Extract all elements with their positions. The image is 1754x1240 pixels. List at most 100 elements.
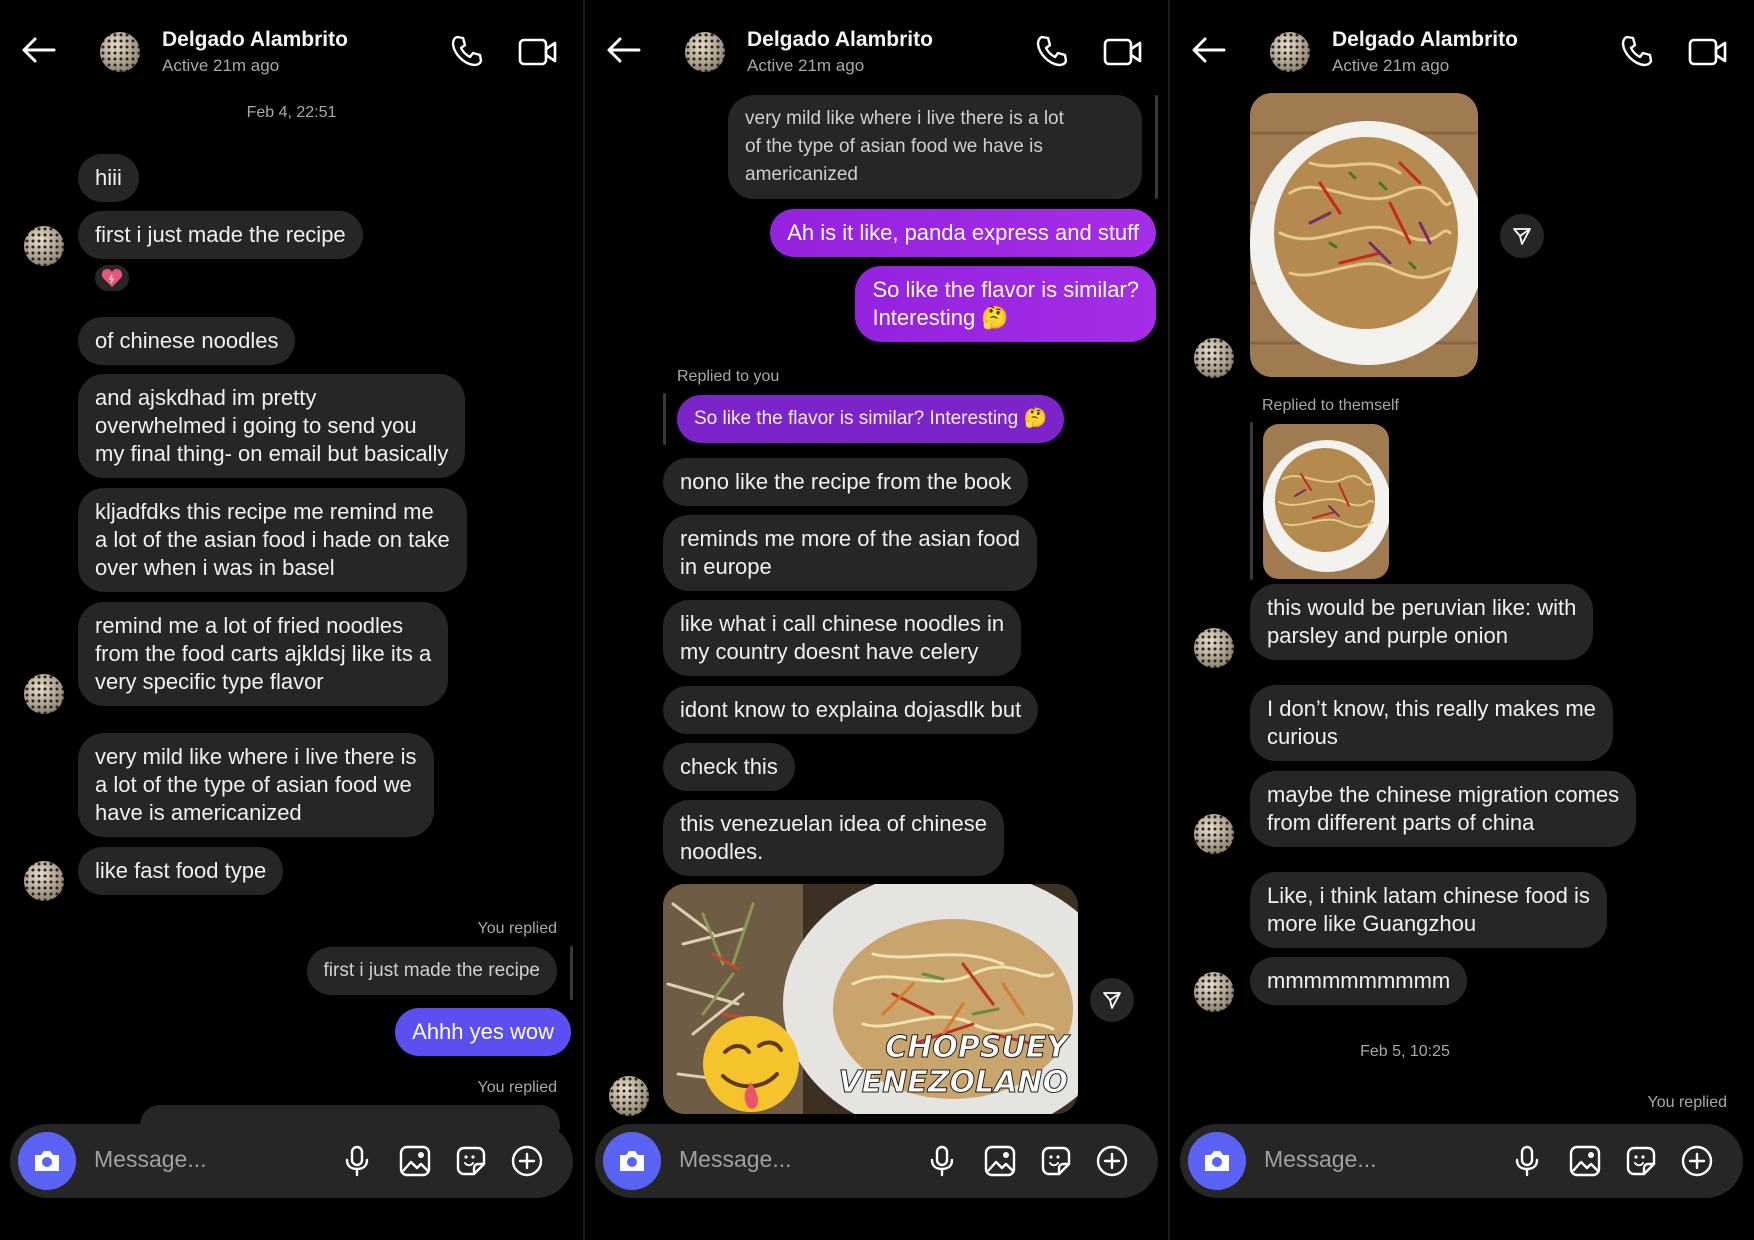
avatar[interactable] <box>1194 338 1234 378</box>
camera-button[interactable] <box>1188 1132 1246 1190</box>
message-composer: Message... <box>10 1124 573 1198</box>
chat-header: Delgado Alambrito Active 21m ago <box>585 0 1168 100</box>
plus-icon[interactable] <box>1680 1144 1714 1178</box>
gallery-icon[interactable] <box>983 1144 1017 1178</box>
you-replied-label: You replied <box>1647 1094 1727 1111</box>
message-bubble[interactable]: this venezuelan idea of chinese noodles. <box>663 800 1004 876</box>
message-bubble[interactable]: maybe the chinese migration comes from d… <box>1250 771 1637 847</box>
camera-button[interactable] <box>603 1132 661 1190</box>
chat-header: Delgado Alambrito Active 21m ago <box>1170 0 1753 100</box>
microphone-icon[interactable] <box>1510 1144 1544 1178</box>
video-icon[interactable] <box>518 36 558 68</box>
message-input[interactable]: Message... <box>94 1146 207 1173</box>
message-bubble[interactable]: remind me a lot of fried noodles from th… <box>78 602 449 706</box>
avatar[interactable] <box>1194 628 1234 668</box>
you-replied-label: You replied <box>477 920 557 937</box>
contact-status: Active 21m ago <box>162 56 280 75</box>
avatar[interactable] <box>24 861 64 901</box>
noodle-photo[interactable] <box>1250 93 1478 377</box>
chat-header: Delgado Alambrito Active 21m ago <box>0 0 583 100</box>
phone-icon[interactable] <box>450 34 484 68</box>
share-icon <box>1513 228 1531 245</box>
back-arrow-icon[interactable] <box>605 36 641 64</box>
message-bubble[interactable]: hiii <box>78 154 139 202</box>
chat-panel-2: Delgado Alambrito Active 21m ago very mi… <box>585 0 1168 1240</box>
contact-name[interactable]: Delgado Alambrito <box>747 28 933 52</box>
message-bubble[interactable]: like fast food type <box>78 847 284 895</box>
avatar[interactable] <box>24 226 64 266</box>
plus-icon[interactable] <box>1095 1144 1129 1178</box>
camera-button[interactable] <box>18 1132 76 1190</box>
timestamp: Feb 5, 10:25 <box>1360 1043 1450 1060</box>
avatar[interactable] <box>1194 814 1234 854</box>
share-button[interactable] <box>1500 214 1544 258</box>
reaction-heart-icon[interactable] <box>92 262 132 294</box>
outgoing-message[interactable]: Ah is it like, panda express and stuff <box>770 209 1156 257</box>
message-composer: Message... <box>1180 1124 1743 1198</box>
outgoing-message[interactable]: Ahhh yes wow <box>395 1008 571 1056</box>
share-icon <box>1103 992 1121 1009</box>
avatar[interactable] <box>685 32 725 72</box>
message-bubble[interactable]: of chinese noodles <box>78 317 296 365</box>
message-bubble[interactable]: check this <box>663 743 795 791</box>
sticker-icon[interactable] <box>454 1144 488 1178</box>
gallery-icon[interactable] <box>1568 1144 1602 1178</box>
message-bubble[interactable]: this would be peruvian like: with parsle… <box>1250 584 1594 660</box>
camera-icon <box>620 1151 644 1171</box>
message-bubble[interactable]: and ajskdhad im pretty overwhelmed i goi… <box>78 374 466 478</box>
avatar[interactable] <box>100 32 140 72</box>
contact-name[interactable]: Delgado Alambrito <box>1332 28 1518 52</box>
quoted-message[interactable]: first i just made the recipe <box>306 947 557 995</box>
avatar[interactable] <box>1194 972 1234 1012</box>
phone-icon[interactable] <box>1620 34 1654 68</box>
sticker-icon[interactable] <box>1039 1144 1073 1178</box>
back-arrow-icon[interactable] <box>1190 36 1226 64</box>
image-caption: CHOPSUEY <box>885 1030 1071 1065</box>
contact-status: Active 21m ago <box>1332 56 1450 75</box>
message-bubble[interactable]: first i just made the recipe <box>78 211 363 259</box>
share-button[interactable] <box>1090 978 1134 1022</box>
contact-name[interactable]: Delgado Alambrito <box>162 28 348 52</box>
phone-icon[interactable] <box>1035 34 1069 68</box>
quote-bar <box>1155 95 1158 199</box>
video-icon[interactable] <box>1688 36 1728 68</box>
image-caption: VENEZOLANO <box>838 1065 1068 1100</box>
quote-bar <box>663 393 666 445</box>
message-bubble[interactable]: Like, i think latam chinese food is more… <box>1250 872 1607 948</box>
outgoing-message[interactable]: So like the flavor is similar? Interesti… <box>855 266 1156 342</box>
sticker-icon[interactable] <box>1624 1144 1658 1178</box>
message-bubble[interactable]: I don’t know, this really makes me curio… <box>1250 685 1613 761</box>
message-bubble[interactable]: very mild like where i live there is a l… <box>78 733 434 837</box>
avatar[interactable] <box>24 674 64 714</box>
chopsuey-photo[interactable]: CHOPSUEY VENEZOLANO <box>663 884 1078 1114</box>
video-icon[interactable] <box>1103 36 1143 68</box>
chat-panel-1: Delgado Alambrito Active 21m ago Feb 4, … <box>0 0 583 1240</box>
timestamp: Feb 4, 22:51 <box>246 104 337 121</box>
quoted-noodle-image <box>1263 424 1389 579</box>
back-arrow-icon[interactable] <box>20 36 56 64</box>
avatar[interactable] <box>609 1076 649 1116</box>
message-composer: Message... <box>595 1124 1158 1198</box>
camera-icon <box>1205 1151 1229 1171</box>
noodle-image <box>1250 93 1478 377</box>
message-bubble[interactable]: mmmmmmmmmm <box>1250 957 1468 1005</box>
message-bubble[interactable]: like what i call chinese noodles in my c… <box>663 600 1022 676</box>
replied-to-you-label: Replied to you <box>677 368 780 385</box>
message-input[interactable]: Message... <box>679 1146 792 1173</box>
quoted-message[interactable]: very mild like where i live there is a l… <box>728 95 1142 199</box>
message-bubble[interactable]: kljadfdks this recipe me remind me a lot… <box>78 488 467 592</box>
plus-icon[interactable] <box>510 1144 544 1178</box>
gallery-icon[interactable] <box>398 1144 432 1178</box>
quote-bar <box>570 946 573 1000</box>
quoted-message[interactable]: So like the flavor is similar? Interesti… <box>677 395 1065 443</box>
avatar[interactable] <box>1270 32 1310 72</box>
message-bubble[interactable]: idont know to explaina dojasdlk but <box>663 686 1039 734</box>
chat-panel-3: Delgado Alambrito Active 21m ago Replied… <box>1170 0 1753 1240</box>
microphone-icon[interactable] <box>340 1144 374 1178</box>
quoted-noodle-photo[interactable] <box>1263 424 1389 579</box>
message-bubble[interactable]: nono like the recipe from the book <box>663 458 1029 506</box>
message-bubble[interactable]: reminds me more of the asian food in eur… <box>663 515 1037 591</box>
chopsuey-image: CHOPSUEY VENEZOLANO <box>663 884 1078 1114</box>
message-input[interactable]: Message... <box>1264 1146 1377 1173</box>
microphone-icon[interactable] <box>925 1144 959 1178</box>
